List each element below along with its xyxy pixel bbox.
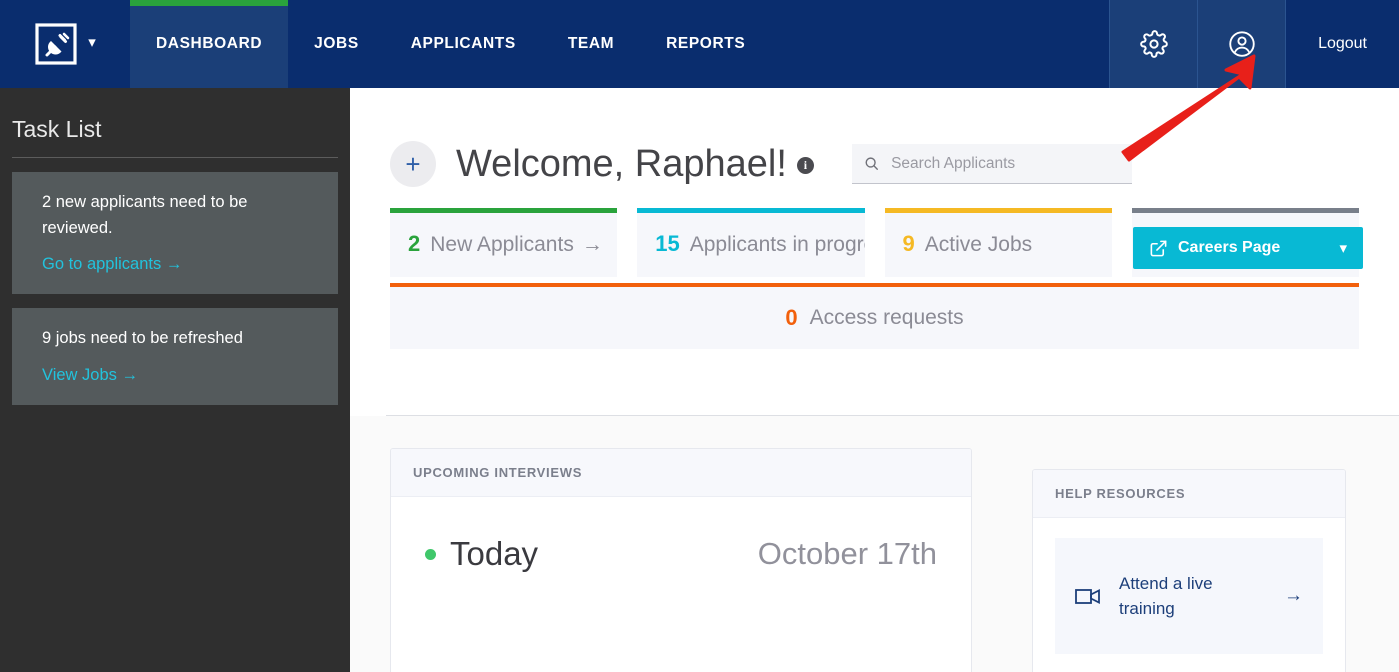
settings-button[interactable]: [1109, 0, 1198, 88]
top-navigation-bar: ▾ DASHBOARD JOBS APPLICANTS TEAM REPORTS: [0, 0, 1399, 88]
dashboard-page: ▾ DASHBOARD JOBS APPLICANTS TEAM REPORTS: [0, 0, 1399, 672]
nav-label: JOBS: [314, 35, 359, 52]
stat-number: 9: [902, 231, 915, 256]
interview-day-left: Today: [425, 535, 538, 573]
stat-label: Active Jobs: [924, 233, 1033, 256]
brand-logo-button[interactable]: ▾: [0, 0, 130, 88]
task-link-go-to-applicants[interactable]: Go to applicants →: [42, 255, 182, 274]
arrow-right-icon: →: [581, 233, 603, 256]
nav-label: REPORTS: [666, 35, 746, 52]
interviews-body: Today October 17th: [391, 497, 971, 672]
stat-label: New Applicants: [430, 233, 574, 256]
task-card-jobs[interactable]: 9 jobs need to be refreshed View Jobs →: [12, 308, 338, 405]
stat-card-active-jobs[interactable]: 9 Active Jobs: [884, 208, 1112, 277]
nav-item-reports[interactable]: REPORTS: [640, 0, 771, 88]
help-item-live-training[interactable]: Attend a live training →: [1055, 538, 1323, 654]
user-circle-icon: [1228, 31, 1255, 57]
nav-items: DASHBOARD JOBS APPLICANTS TEAM REPORTS: [130, 0, 771, 88]
interview-day-row: Today October 17th: [425, 535, 937, 573]
panels-area: UPCOMING INTERVIEWS Today October 17th H…: [350, 416, 1399, 672]
search-box[interactable]: [851, 144, 1132, 184]
stat-card-access-requests[interactable]: 0 Access requests: [390, 283, 1359, 349]
page-header: + Welcome, Raphael! i: [350, 88, 1399, 198]
page-title: Welcome, Raphael! i: [456, 143, 814, 186]
careers-page-button[interactable]: Careers Page ▾: [1133, 227, 1363, 269]
nav-label: TEAM: [567, 35, 615, 52]
stat-card-new-applicants[interactable]: 2 New Applicants →: [390, 208, 618, 277]
sidebar-task-list: Task List 2 new applicants need to be re…: [0, 88, 350, 672]
plus-icon: +: [405, 149, 421, 179]
external-link-icon: [1150, 240, 1167, 256]
arrow-right-icon: →: [1284, 585, 1303, 606]
stat-number: 0: [785, 305, 798, 330]
nav-item-applicants[interactable]: APPLICANTS: [385, 0, 542, 88]
plug-in-square-logo: [35, 23, 77, 65]
info-icon[interactable]: i: [796, 156, 814, 174]
chevron-down-icon[interactable]: ▾: [1339, 239, 1347, 257]
logout-label: Logout: [1318, 35, 1367, 52]
panel-heading: HELP RESOURCES: [1033, 470, 1345, 518]
task-text: 2 new applicants need to be reviewed.: [42, 193, 248, 237]
status-dot-icon: [425, 548, 436, 560]
task-text: 9 jobs need to be refreshed: [42, 329, 243, 348]
stat-label: Applicants in progress: [689, 233, 865, 256]
upcoming-interviews-panel: UPCOMING INTERVIEWS Today October 17th: [390, 448, 972, 672]
gear-icon: [1139, 30, 1168, 58]
help-item-label: Attend a live training: [1119, 573, 1213, 619]
nav-item-dashboard[interactable]: DASHBOARD: [130, 0, 289, 88]
help-body: Attend a live training →: [1033, 518, 1345, 672]
stat-number: 2: [408, 231, 421, 256]
task-link-view-jobs[interactable]: View Jobs →: [42, 366, 138, 385]
nav-label: APPLICANTS: [410, 35, 516, 52]
search-input[interactable]: [891, 154, 1120, 173]
stat-card-applicants-in-progress[interactable]: 15 Applicants in progress: [637, 208, 865, 277]
chevron-down-icon: ▾: [88, 34, 96, 51]
stat-label: Access requests: [809, 306, 964, 329]
nav-item-jobs[interactable]: JOBS: [288, 0, 385, 88]
logout-button[interactable]: Logout: [1285, 0, 1399, 88]
search-icon: [865, 157, 878, 170]
careers-page-label: Careers Page: [1178, 239, 1281, 256]
interview-date-label: October 17th: [757, 536, 937, 571]
stat-number: 15: [655, 231, 680, 256]
nav-item-team[interactable]: TEAM: [542, 0, 640, 88]
task-card-applicants[interactable]: 2 new applicants need to be reviewed. Go…: [12, 172, 338, 295]
help-resources-panel: HELP RESOURCES Attend a live training →: [1032, 469, 1346, 672]
interview-day-label: Today: [450, 535, 539, 572]
panel-heading: UPCOMING INTERVIEWS: [391, 449, 971, 497]
video-camera-icon: [1075, 589, 1100, 604]
add-button[interactable]: +: [390, 141, 436, 187]
sidebar-title: Task List: [12, 88, 338, 158]
main-content: + Welcome, Raphael! i Careers Page ▾: [350, 88, 1399, 672]
welcome-text: Welcome, Raphael!: [456, 142, 787, 185]
account-button[interactable]: [1197, 0, 1286, 88]
nav-label: DASHBOARD: [156, 35, 263, 52]
